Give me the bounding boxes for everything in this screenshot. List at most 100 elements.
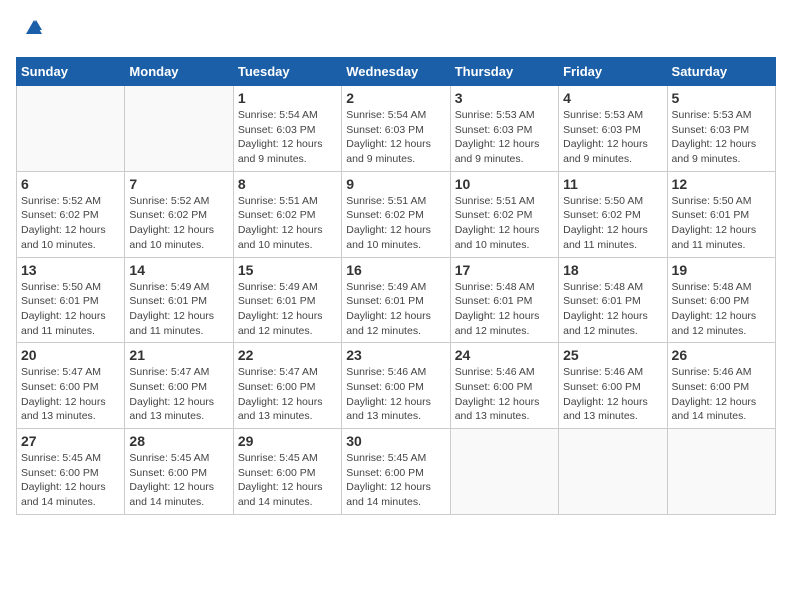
day-number: 28 xyxy=(129,433,228,449)
day-number: 8 xyxy=(238,176,337,192)
calendar-week-row: 27 Sunrise: 5:45 AM Sunset: 6:00 PM Dayli… xyxy=(17,429,776,515)
calendar-day-cell: 22 Sunrise: 5:47 AM Sunset: 6:00 PM Dayli… xyxy=(233,343,341,429)
calendar-day-cell: 25 Sunrise: 5:46 AM Sunset: 6:00 PM Dayli… xyxy=(559,343,667,429)
calendar-day-cell: 16Sunrise: 5:49 AM Sunset: 6:01 PM Dayli… xyxy=(342,257,450,343)
calendar-day-cell: 8Sunrise: 5:51 AM Sunset: 6:02 PM Daylig… xyxy=(233,171,341,257)
day-number: 21 xyxy=(129,347,228,363)
day-number: 22 xyxy=(238,347,337,363)
day-number: 7 xyxy=(129,176,228,192)
day-info: Sunrise: 5:47 AM Sunset: 6:00 PM Dayligh… xyxy=(129,365,228,424)
calendar-day-cell: 12Sunrise: 5:50 AM Sunset: 6:01 PM Dayli… xyxy=(667,171,775,257)
calendar-day-cell: 9 Sunrise: 5:51 AM Sunset: 6:02 PM Daylig… xyxy=(342,171,450,257)
day-info: Sunrise: 5:46 AM Sunset: 6:00 PM Dayligh… xyxy=(455,365,554,424)
day-number: 23 xyxy=(346,347,445,363)
day-info: Sunrise: 5:47 AM Sunset: 6:00 PM Dayligh… xyxy=(238,365,337,424)
day-number: 5 xyxy=(672,90,771,106)
weekday-header: Friday xyxy=(559,58,667,86)
weekday-header: Thursday xyxy=(450,58,558,86)
calendar-table: SundayMondayTuesdayWednesdayThursdayFrid… xyxy=(16,57,776,515)
calendar-week-row: 6 Sunrise: 5:52 AM Sunset: 6:02 PM Daylig… xyxy=(17,171,776,257)
day-info: Sunrise: 5:49 AM Sunset: 6:01 PM Dayligh… xyxy=(238,280,337,339)
day-number: 24 xyxy=(455,347,554,363)
day-number: 25 xyxy=(563,347,662,363)
calendar-day-cell: 4 Sunrise: 5:53 AM Sunset: 6:03 PM Daylig… xyxy=(559,86,667,172)
calendar-day-cell: 29 Sunrise: 5:45 AM Sunset: 6:00 PM Dayli… xyxy=(233,429,341,515)
calendar-day-cell xyxy=(450,429,558,515)
day-info: Sunrise: 5:54 AM Sunset: 6:03 PM Dayligh… xyxy=(238,108,337,167)
day-info: Sunrise: 5:50 AM Sunset: 6:02 PM Dayligh… xyxy=(563,194,662,253)
day-info: Sunrise: 5:48 AM Sunset: 6:01 PM Dayligh… xyxy=(455,280,554,339)
day-info: Sunrise: 5:48 AM Sunset: 6:01 PM Dayligh… xyxy=(563,280,662,339)
calendar-day-cell: 17 Sunrise: 5:48 AM Sunset: 6:01 PM Dayli… xyxy=(450,257,558,343)
calendar-day-cell: 30 Sunrise: 5:45 AM Sunset: 6:00 PM Dayli… xyxy=(342,429,450,515)
day-info: Sunrise: 5:53 AM Sunset: 6:03 PM Dayligh… xyxy=(455,108,554,167)
weekday-header: Monday xyxy=(125,58,233,86)
logo xyxy=(16,16,46,45)
calendar-day-cell: 13 Sunrise: 5:50 AM Sunset: 6:01 PM Dayli… xyxy=(17,257,125,343)
day-info: Sunrise: 5:53 AM Sunset: 6:03 PM Dayligh… xyxy=(672,108,771,167)
day-info: Sunrise: 5:45 AM Sunset: 6:00 PM Dayligh… xyxy=(129,451,228,510)
day-number: 6 xyxy=(21,176,120,192)
calendar-day-cell: 3 Sunrise: 5:53 AM Sunset: 6:03 PM Daylig… xyxy=(450,86,558,172)
day-info: Sunrise: 5:46 AM Sunset: 6:00 PM Dayligh… xyxy=(672,365,771,424)
day-info: Sunrise: 5:52 AM Sunset: 6:02 PM Dayligh… xyxy=(129,194,228,253)
day-info: Sunrise: 5:52 AM Sunset: 6:02 PM Dayligh… xyxy=(21,194,120,253)
day-number: 14 xyxy=(129,262,228,278)
day-number: 12 xyxy=(672,176,771,192)
day-info: Sunrise: 5:47 AM Sunset: 6:00 PM Dayligh… xyxy=(21,365,120,424)
day-number: 17 xyxy=(455,262,554,278)
day-number: 27 xyxy=(21,433,120,449)
page-header xyxy=(16,16,776,45)
day-info: Sunrise: 5:50 AM Sunset: 6:01 PM Dayligh… xyxy=(21,280,120,339)
calendar-week-row: 20 Sunrise: 5:47 AM Sunset: 6:00 PM Dayli… xyxy=(17,343,776,429)
calendar-day-cell: 27 Sunrise: 5:45 AM Sunset: 6:00 PM Dayli… xyxy=(17,429,125,515)
calendar-day-cell: 26 Sunrise: 5:46 AM Sunset: 6:00 PM Dayli… xyxy=(667,343,775,429)
day-number: 15 xyxy=(238,262,337,278)
day-number: 18 xyxy=(563,262,662,278)
day-number: 9 xyxy=(346,176,445,192)
calendar-day-cell: 14 Sunrise: 5:49 AM Sunset: 6:01 PM Dayli… xyxy=(125,257,233,343)
calendar-day-cell: 6 Sunrise: 5:52 AM Sunset: 6:02 PM Daylig… xyxy=(17,171,125,257)
weekday-header: Saturday xyxy=(667,58,775,86)
calendar-day-cell: 11Sunrise: 5:50 AM Sunset: 6:02 PM Dayli… xyxy=(559,171,667,257)
day-info: Sunrise: 5:49 AM Sunset: 6:01 PM Dayligh… xyxy=(129,280,228,339)
day-number: 20 xyxy=(21,347,120,363)
day-number: 4 xyxy=(563,90,662,106)
calendar-day-cell xyxy=(125,86,233,172)
calendar-day-cell: 21 Sunrise: 5:47 AM Sunset: 6:00 PM Dayli… xyxy=(125,343,233,429)
calendar-day-cell: 7 Sunrise: 5:52 AM Sunset: 6:02 PM Daylig… xyxy=(125,171,233,257)
calendar-week-row: 13 Sunrise: 5:50 AM Sunset: 6:01 PM Dayli… xyxy=(17,257,776,343)
day-number: 2 xyxy=(346,90,445,106)
day-info: Sunrise: 5:54 AM Sunset: 6:03 PM Dayligh… xyxy=(346,108,445,167)
day-number: 3 xyxy=(455,90,554,106)
day-number: 13 xyxy=(21,262,120,278)
day-info: Sunrise: 5:45 AM Sunset: 6:00 PM Dayligh… xyxy=(346,451,445,510)
day-number: 10 xyxy=(455,176,554,192)
calendar-day-cell: 5 Sunrise: 5:53 AM Sunset: 6:03 PM Daylig… xyxy=(667,86,775,172)
day-number: 29 xyxy=(238,433,337,449)
calendar-week-row: 1 Sunrise: 5:54 AM Sunset: 6:03 PM Daylig… xyxy=(17,86,776,172)
day-number: 26 xyxy=(672,347,771,363)
day-info: Sunrise: 5:45 AM Sunset: 6:00 PM Dayligh… xyxy=(21,451,120,510)
day-number: 1 xyxy=(238,90,337,106)
weekday-header: Sunday xyxy=(17,58,125,86)
day-info: Sunrise: 5:53 AM Sunset: 6:03 PM Dayligh… xyxy=(563,108,662,167)
day-info: Sunrise: 5:45 AM Sunset: 6:00 PM Dayligh… xyxy=(238,451,337,510)
day-info: Sunrise: 5:48 AM Sunset: 6:00 PM Dayligh… xyxy=(672,280,771,339)
weekday-header: Wednesday xyxy=(342,58,450,86)
weekday-header-row: SundayMondayTuesdayWednesdayThursdayFrid… xyxy=(17,58,776,86)
calendar-day-cell xyxy=(667,429,775,515)
calendar-day-cell: 1 Sunrise: 5:54 AM Sunset: 6:03 PM Daylig… xyxy=(233,86,341,172)
calendar-day-cell: 24 Sunrise: 5:46 AM Sunset: 6:00 PM Dayli… xyxy=(450,343,558,429)
day-info: Sunrise: 5:51 AM Sunset: 6:02 PM Dayligh… xyxy=(346,194,445,253)
logo-icon xyxy=(22,16,46,40)
calendar-day-cell: 2 Sunrise: 5:54 AM Sunset: 6:03 PM Daylig… xyxy=(342,86,450,172)
calendar-day-cell xyxy=(17,86,125,172)
day-info: Sunrise: 5:51 AM Sunset: 6:02 PM Dayligh… xyxy=(455,194,554,253)
calendar-day-cell: 15 Sunrise: 5:49 AM Sunset: 6:01 PM Dayli… xyxy=(233,257,341,343)
day-number: 30 xyxy=(346,433,445,449)
weekday-header: Tuesday xyxy=(233,58,341,86)
calendar-day-cell: 19Sunrise: 5:48 AM Sunset: 6:00 PM Dayli… xyxy=(667,257,775,343)
day-info: Sunrise: 5:46 AM Sunset: 6:00 PM Dayligh… xyxy=(563,365,662,424)
day-info: Sunrise: 5:46 AM Sunset: 6:00 PM Dayligh… xyxy=(346,365,445,424)
